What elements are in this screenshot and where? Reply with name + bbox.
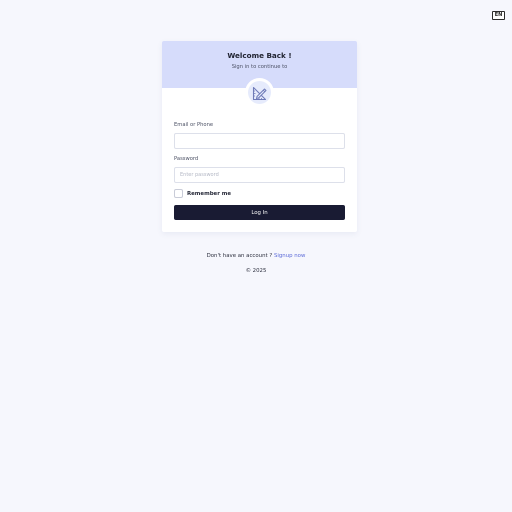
remember-me-row: Remember me (174, 189, 231, 198)
ruler-pencil-icon (248, 81, 271, 104)
logo (245, 78, 274, 107)
copyright: © 2025 (245, 268, 267, 274)
page-subtitle: Sign in to continue to (231, 64, 288, 70)
login-card: Welcome Back ! Sign in to continue to Em… (162, 41, 357, 232)
email-label: Email or Phone (174, 122, 214, 128)
page-title: Welcome Back ! (227, 51, 292, 60)
signup-link[interactable]: Signup now (274, 253, 305, 259)
remember-me-checkbox[interactable] (174, 189, 183, 198)
signup-prompt-text: Don't have an account ? (206, 253, 273, 259)
login-button[interactable]: Log In (174, 205, 345, 220)
language-button[interactable]: EN (492, 11, 505, 20)
password-label: Password (174, 156, 199, 162)
signup-prompt: Don't have an account ? Signup now (0, 253, 512, 259)
remember-me-label[interactable]: Remember me (187, 191, 231, 197)
email-field[interactable] (174, 133, 345, 149)
password-field[interactable] (174, 167, 345, 183)
